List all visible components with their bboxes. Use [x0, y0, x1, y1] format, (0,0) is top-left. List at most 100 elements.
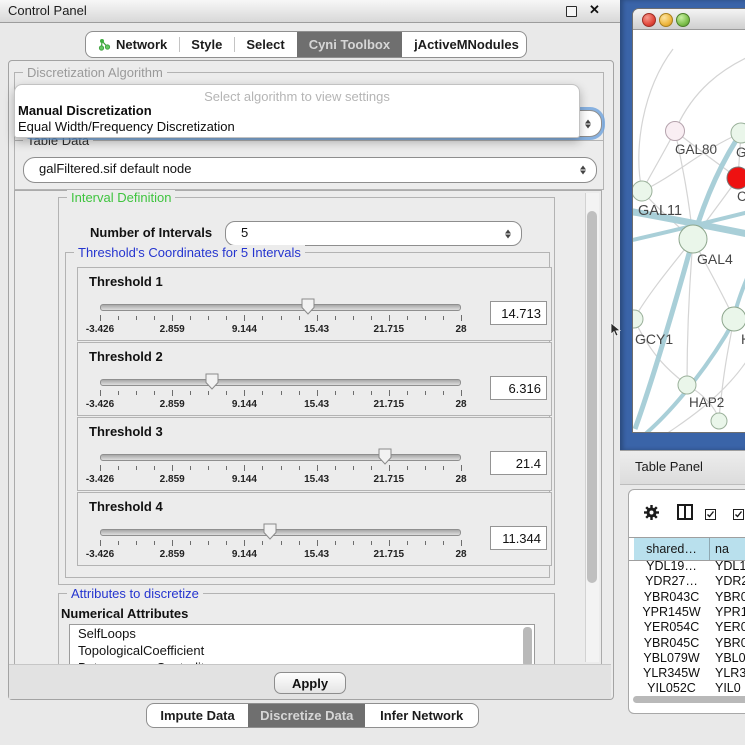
- tick-mark: [100, 465, 101, 471]
- table-row[interactable]: YBR045C YBR0: [629, 636, 745, 651]
- tick-mark: [443, 391, 444, 395]
- threshold-value-field[interactable]: [490, 451, 547, 475]
- list-item[interactable]: SelfLoops: [70, 625, 534, 642]
- tick-mark: [172, 465, 173, 471]
- tick-mark: [244, 465, 245, 471]
- tick-mark: [154, 541, 155, 545]
- column-view-icon[interactable]: [677, 504, 693, 520]
- cell-name[interactable]: YER0: [715, 620, 745, 634]
- table-data-group: Table Data galFiltered.sif default node: [14, 140, 604, 190]
- table-row[interactable]: YDL19… YDL1: [629, 559, 745, 574]
- node[interactable]: [678, 376, 696, 394]
- node-selected-red[interactable]: [727, 167, 745, 189]
- zoom-traffic-light-icon[interactable]: [676, 13, 690, 27]
- threshold-slider[interactable]: -3.4262.8599.14415.4321.71528: [100, 372, 461, 412]
- cell-shared-name[interactable]: YDR27…: [634, 574, 709, 588]
- table-row[interactable]: YPR145W YPR1: [629, 605, 745, 620]
- cell-shared-name[interactable]: YLR345W: [634, 666, 709, 680]
- cell-shared-name[interactable]: YBR043C: [634, 590, 709, 604]
- tab-discretize-data[interactable]: Discretize Data: [248, 704, 365, 727]
- apply-button[interactable]: Apply: [274, 672, 346, 694]
- node[interactable]: [731, 123, 745, 143]
- scrollbar-thumb[interactable]: [587, 211, 597, 583]
- cell-name[interactable]: YLR3: [715, 666, 745, 680]
- cell-shared-name[interactable]: YBL079W: [634, 651, 709, 665]
- tick-mark: [371, 316, 372, 320]
- cell-shared-name[interactable]: YDL19…: [634, 559, 709, 573]
- minimize-traffic-light-icon[interactable]: [659, 13, 673, 27]
- table-row[interactable]: YBR043C YBR0: [629, 590, 745, 605]
- cell-name[interactable]: YBL0: [715, 651, 745, 665]
- tab-impute-data[interactable]: Impute Data: [147, 704, 248, 727]
- column-header-name[interactable]: na: [710, 538, 745, 560]
- table-row[interactable]: YER054C YER0: [629, 620, 745, 635]
- node-label-gcy1: GCY1: [635, 331, 673, 347]
- table-row[interactable]: YBL079W YBL0: [629, 651, 745, 666]
- threshold-value-field[interactable]: [490, 376, 547, 400]
- slider-track[interactable]: [100, 304, 461, 311]
- cell-shared-name[interactable]: YPR145W: [634, 605, 709, 619]
- number-of-intervals-spinner[interactable]: 5: [225, 221, 522, 246]
- tab-infer-network[interactable]: Infer Network: [365, 704, 478, 727]
- threshold-slider[interactable]: -3.4262.8599.14415.4321.71528: [100, 447, 461, 487]
- settings-scrollbar[interactable]: [585, 193, 599, 662]
- dropdown-option-equal-width-frequency[interactable]: Equal Width/Frequency Discretization: [18, 119, 235, 134]
- column-header-shared-name[interactable]: shared…: [634, 538, 710, 560]
- threshold-slider[interactable]: -3.4262.8599.14415.4321.71528: [100, 522, 461, 562]
- network-window[interactable]: GAL80 GA C GAL11 GAL4 GCY1 H HAP2: [632, 8, 745, 433]
- tick-label: 2.859: [160, 399, 185, 410]
- table-row[interactable]: YIL052C YIL0: [629, 681, 745, 695]
- node[interactable]: [722, 307, 745, 331]
- threshold-value-field[interactable]: [490, 301, 547, 325]
- list-item[interactable]: TopologicalCoefficient: [70, 642, 534, 659]
- tab-style[interactable]: Style: [179, 32, 234, 57]
- slider-thumb[interactable]: [378, 448, 392, 465]
- tab-cyni-toolbox[interactable]: Cyni Toolbox: [297, 32, 402, 57]
- cell-shared-name[interactable]: YIL052C: [634, 681, 709, 695]
- node-pink[interactable]: [666, 122, 685, 141]
- cell-name[interactable]: YBR0: [715, 590, 745, 604]
- threshold-value-field[interactable]: [490, 526, 547, 550]
- tab-network[interactable]: Network: [86, 32, 179, 57]
- node[interactable]: [633, 310, 643, 328]
- tick-mark: [389, 465, 390, 471]
- cell-name[interactable]: YDR2: [715, 574, 745, 588]
- slider-thumb[interactable]: [301, 298, 315, 315]
- checkbox-icon[interactable]: [705, 509, 716, 520]
- settings-scrollpane: Interval Definition Number of Intervals …: [14, 190, 602, 665]
- tab-jactivemnodules[interactable]: jActiveMNodules: [402, 32, 527, 57]
- tick-mark: [299, 316, 300, 320]
- threshold-slider[interactable]: -3.4262.8599.14415.4321.71528: [100, 297, 461, 337]
- close-icon[interactable]: ✕: [589, 2, 600, 18]
- float-window-icon[interactable]: [566, 6, 577, 17]
- table-data-combobox[interactable]: galFiltered.sif default node: [23, 157, 597, 183]
- node[interactable]: [679, 225, 707, 253]
- cell-name[interactable]: YDL1: [715, 559, 745, 573]
- slider-thumb[interactable]: [205, 373, 219, 390]
- list-scrollbar[interactable]: [523, 627, 532, 667]
- table-row[interactable]: YDR27… YDR2: [629, 574, 745, 589]
- slider-thumb[interactable]: [263, 523, 277, 540]
- gear-icon[interactable]: [643, 504, 660, 521]
- network-canvas[interactable]: GAL80 GA C GAL11 GAL4 GCY1 H HAP2: [633, 29, 745, 432]
- tick-mark: [335, 316, 336, 320]
- node[interactable]: [711, 413, 727, 429]
- cell-shared-name[interactable]: YER054C: [634, 620, 709, 634]
- slider-track[interactable]: [100, 379, 461, 386]
- tab-select[interactable]: Select: [234, 32, 296, 57]
- table-row[interactable]: YLR345W YLR3: [629, 666, 745, 681]
- close-traffic-light-icon[interactable]: [642, 13, 656, 27]
- network-window-titlebar: [633, 9, 745, 30]
- node[interactable]: [633, 181, 652, 201]
- combo-arrows-icon: [580, 166, 586, 175]
- table-hscrollbar[interactable]: [633, 696, 745, 703]
- checkbox-icon[interactable]: [733, 509, 744, 520]
- slider-track[interactable]: [100, 454, 461, 461]
- cell-name[interactable]: YBR0: [715, 636, 745, 650]
- dropdown-option-manual-discretization[interactable]: Manual Discretization: [18, 103, 152, 118]
- cell-shared-name[interactable]: YBR045C: [634, 636, 709, 650]
- cell-name[interactable]: YPR1: [715, 605, 745, 619]
- slider-track[interactable]: [100, 529, 461, 536]
- tick-mark: [190, 316, 191, 320]
- cell-name[interactable]: YIL0: [715, 681, 741, 695]
